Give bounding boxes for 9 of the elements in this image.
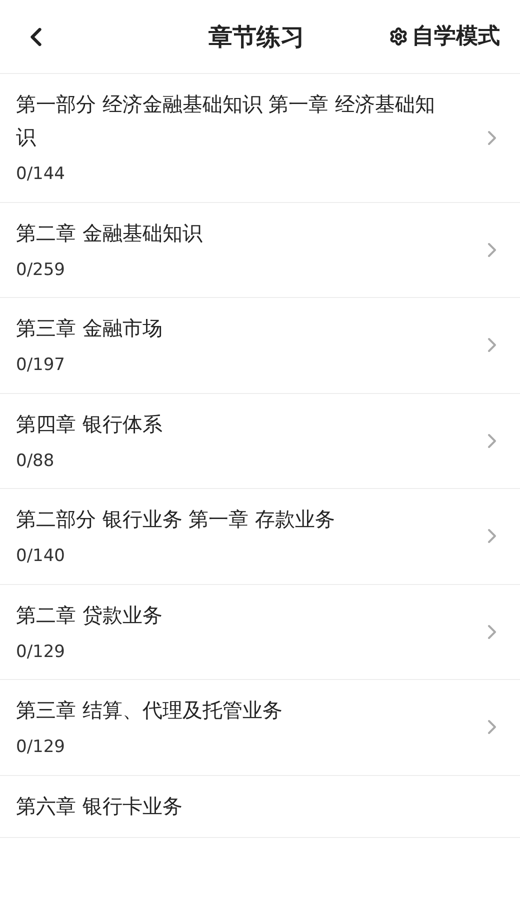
chapter-title: 第二部分 银行业务 第一章 存款业务	[16, 506, 336, 533]
chapter-title: 第二章 金融基础知识	[16, 220, 204, 246]
chapter-title: 第三章 金融市场	[16, 315, 164, 342]
chapter-title: 第六章 银行卡业务	[16, 792, 184, 820]
chapter-title: 第四章 银行体系	[16, 410, 164, 438]
page-title: 章节练习	[208, 22, 304, 52]
chapter-title: 第二章 贷款业务	[16, 602, 164, 628]
chapter-title: 第三章 结算、代理及托管业务	[16, 697, 284, 724]
chapter-title: 第一部分 经济金融基础知识 第一章 经济基础知识	[16, 91, 436, 151]
